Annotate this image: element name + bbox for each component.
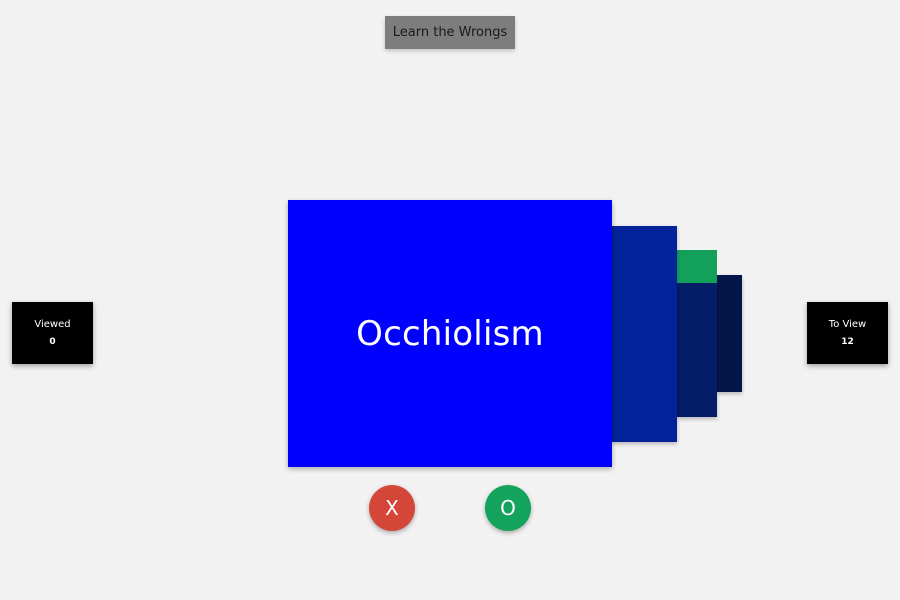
mark-wrong-button[interactable]: X <box>369 485 415 531</box>
viewed-count: 0 <box>49 336 56 347</box>
to-view-label: To View <box>828 318 867 330</box>
to-view-count: 12 <box>841 336 854 347</box>
learn-the-wrongs-button[interactable]: Learn the Wrongs <box>385 16 515 49</box>
viewed-counter: Viewed 0 <box>12 302 93 364</box>
flashcard[interactable]: Occhiolism <box>288 200 612 467</box>
mark-right-button[interactable]: O <box>485 485 531 531</box>
flashcard-word: Occhiolism <box>356 313 544 354</box>
stacked-card-second <box>611 226 677 442</box>
viewed-label: Viewed <box>34 318 71 330</box>
stacked-card-back <box>716 275 742 392</box>
stacked-card-tab <box>677 250 717 283</box>
stacked-card-third <box>677 283 717 417</box>
to-view-counter: To View 12 <box>807 302 888 364</box>
